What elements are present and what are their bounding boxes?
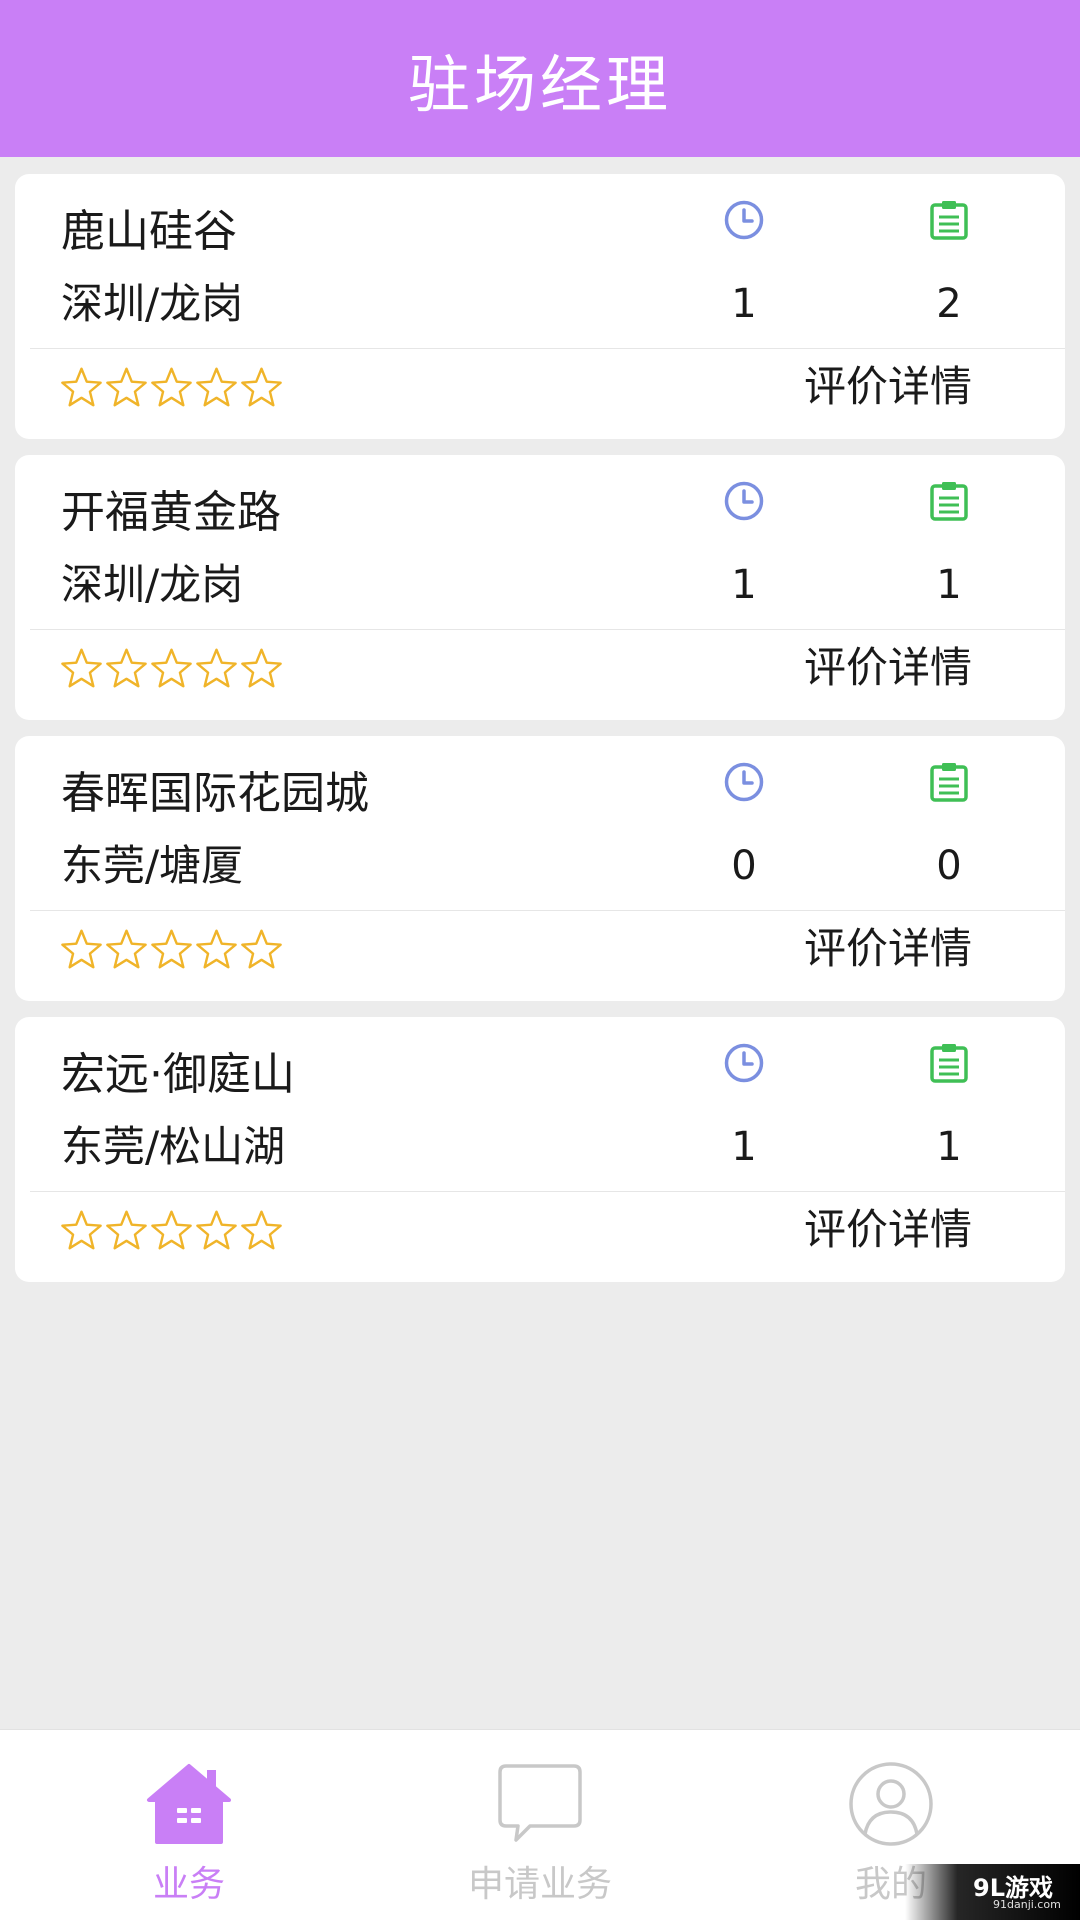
watermark-logo: 9L游戏 91danji.com xyxy=(905,1864,1080,1920)
project-card[interactable]: 鹿山硅谷 深圳/龙岗 1 2 评价详情 xyxy=(15,174,1065,439)
star-outline-icon xyxy=(241,367,282,406)
star-outline-icon xyxy=(241,648,282,687)
project-location: 东莞/塘厦 xyxy=(61,841,244,890)
pending-count: 0 xyxy=(731,843,757,889)
review-details-link[interactable]: 评价详情 xyxy=(804,1201,972,1259)
project-name: 开福黄金路 xyxy=(61,487,281,538)
clock-icon xyxy=(724,200,764,240)
clock-icon xyxy=(724,762,764,802)
tab-business[interactable]: 业务 xyxy=(9,1730,369,1921)
star-outline-icon xyxy=(106,367,147,406)
clipboard-icon xyxy=(930,763,968,802)
project-name: 鹿山硅谷 xyxy=(61,206,237,257)
star-rating xyxy=(59,1202,284,1258)
card-divider xyxy=(30,1191,1065,1192)
tab-apply-business[interactable]: 申请业务 xyxy=(360,1730,720,1921)
star-rating xyxy=(59,640,284,696)
card-divider xyxy=(30,348,1065,349)
star-outline-icon xyxy=(151,929,192,968)
project-location: 深圳/龙岗 xyxy=(61,560,244,609)
review-details-link[interactable]: 评价详情 xyxy=(804,920,972,978)
star-outline-icon xyxy=(106,929,147,968)
star-rating xyxy=(59,359,284,415)
star-outline-icon xyxy=(61,648,102,687)
star-outline-icon xyxy=(196,648,237,687)
star-rating xyxy=(59,921,284,977)
star-outline-icon xyxy=(61,367,102,406)
review-details-link[interactable]: 评价详情 xyxy=(804,639,972,697)
completed-count: 1 xyxy=(936,1124,962,1170)
clock-icon xyxy=(724,1043,764,1083)
page-title: 驻场经理 xyxy=(407,47,672,121)
header-bar: 驻场经理 xyxy=(0,0,1080,157)
star-outline-icon xyxy=(196,367,237,406)
project-card[interactable]: 宏远·御庭山 东莞/松山湖 1 1 评价详情 xyxy=(15,1017,1065,1282)
star-outline-icon xyxy=(241,1210,282,1249)
project-card[interactable]: 开福黄金路 深圳/龙岗 1 1 评价详情 xyxy=(15,455,1065,720)
star-outline-icon xyxy=(61,1210,102,1249)
home-icon xyxy=(147,1764,231,1844)
card-divider xyxy=(30,629,1065,630)
star-outline-icon xyxy=(196,929,237,968)
completed-count: 1 xyxy=(936,562,962,608)
star-outline-icon xyxy=(151,648,192,687)
star-outline-icon xyxy=(106,648,147,687)
completed-count: 0 xyxy=(936,843,962,889)
completed-count: 2 xyxy=(936,281,962,327)
project-name: 宏远·御庭山 xyxy=(61,1049,295,1100)
pending-count: 1 xyxy=(731,562,757,608)
pending-count: 1 xyxy=(731,281,757,327)
project-name: 春晖国际花园城 xyxy=(61,768,369,819)
user-icon xyxy=(849,1762,933,1846)
project-location: 深圳/龙岗 xyxy=(61,279,244,328)
project-card[interactable]: 春晖国际花园城 东莞/塘厦 0 0 评价详情 xyxy=(15,736,1065,1001)
clipboard-icon xyxy=(930,201,968,240)
tab-label: 申请业务 xyxy=(467,1864,612,1905)
pending-count: 1 xyxy=(731,1124,757,1170)
clock-icon xyxy=(724,481,764,521)
star-outline-icon xyxy=(196,1210,237,1249)
watermark-url: 91danji.com xyxy=(993,1898,1061,1911)
star-outline-icon xyxy=(241,929,282,968)
star-outline-icon xyxy=(151,1210,192,1249)
clipboard-icon xyxy=(930,1044,968,1083)
project-location: 东莞/松山湖 xyxy=(61,1122,286,1171)
tab-label: 业务 xyxy=(152,1864,225,1905)
card-divider xyxy=(30,910,1065,911)
clipboard-icon xyxy=(930,482,968,521)
chat-bubble-icon xyxy=(498,1764,582,1842)
star-outline-icon xyxy=(151,367,192,406)
star-outline-icon xyxy=(106,1210,147,1249)
review-details-link[interactable]: 评价详情 xyxy=(804,358,972,416)
star-outline-icon xyxy=(61,929,102,968)
